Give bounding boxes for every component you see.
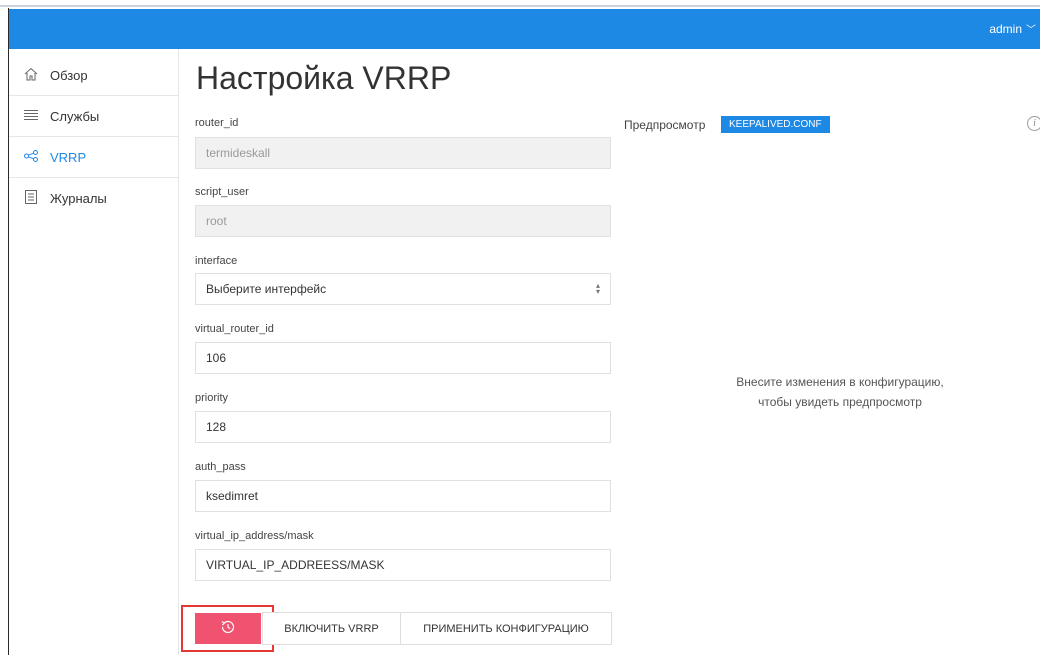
priority-label: priority [195, 392, 229, 404]
select-arrows-icon: ▴ ▾ [595, 281, 600, 296]
virtual-ip-field[interactable]: VIRTUAL_IP_ADDREESS/MASK [195, 549, 611, 581]
enable-vrrp-button[interactable]: ВКЛЮЧИТЬ VRRP [262, 612, 401, 645]
sidebar-item-label: Обзор [50, 67, 88, 83]
preview-label: Предпросмотр [624, 118, 706, 132]
document-icon [20, 190, 42, 207]
sidebar: Обзор Службы VRRP Журналы [9, 49, 179, 655]
script-user-label: script_user [195, 186, 249, 198]
sidebar-item-label: Журналы [50, 191, 107, 206]
script-user-field[interactable]: root [195, 205, 611, 237]
info-icon[interactable]: i [1027, 116, 1040, 131]
virtual-ip-label: virtual_ip_address/mask [195, 530, 314, 542]
window-top-strip [0, 0, 1040, 7]
interface-label: interface [195, 255, 238, 267]
sidebar-item-label: VRRP [50, 149, 87, 165]
priority-value: 128 [206, 420, 227, 434]
router-id-value: termideskall [206, 146, 271, 160]
preview-message: Внесите изменения в конфигурацию, чтобы … [690, 372, 990, 412]
preview-message-line: Внесите изменения в конфигурацию, [736, 375, 944, 389]
history-button[interactable] [195, 613, 261, 644]
user-menu[interactable]: admin ﹀ [989, 9, 1040, 49]
script-user-value: root [206, 214, 227, 228]
home-icon [20, 67, 42, 84]
top-bar: admin ﹀ [9, 9, 1040, 49]
virtual-router-id-field[interactable]: 106 [195, 342, 611, 374]
sidebar-item-services[interactable]: Службы [9, 96, 179, 137]
auth-pass-field[interactable]: ksedimret [195, 480, 611, 512]
router-id-field[interactable]: termideskall [195, 137, 611, 169]
sidebar-item-overview[interactable]: Обзор [9, 55, 179, 96]
share-icon [20, 149, 42, 165]
priority-field[interactable]: 128 [195, 411, 611, 443]
auth-pass-value: ksedimret [206, 489, 259, 503]
history-icon [220, 619, 236, 639]
auth-pass-label: auth_pass [195, 461, 246, 473]
page-title: Настройка VRRP [196, 60, 452, 96]
user-name: admin [989, 22, 1022, 36]
interface-value: Выберите интерфейс [206, 282, 327, 296]
sidebar-item-logs[interactable]: Журналы [9, 178, 179, 219]
chevron-down-icon: ﹀ [1026, 25, 1036, 36]
list-icon [20, 108, 42, 124]
preview-message-line: чтобы увидеть предпросмотр [758, 395, 922, 409]
interface-select[interactable]: Выберите интерфейс ▴ ▾ [195, 273, 611, 305]
sidebar-item-label: Службы [50, 108, 100, 124]
sidebar-item-vrrp[interactable]: VRRP [9, 137, 179, 178]
virtual-router-id-value: 106 [206, 351, 227, 365]
router-id-label: router_id [195, 117, 239, 129]
apply-config-button[interactable]: ПРИМЕНИТЬ КОНФИГУРАЦИЮ [400, 612, 612, 645]
virtual-ip-value: VIRTUAL_IP_ADDREESS/MASK [206, 558, 385, 572]
virtual-router-id-label: virtual_router_id [195, 323, 274, 335]
preview-file-tag: KEEPALIVED.CONF [721, 116, 830, 133]
